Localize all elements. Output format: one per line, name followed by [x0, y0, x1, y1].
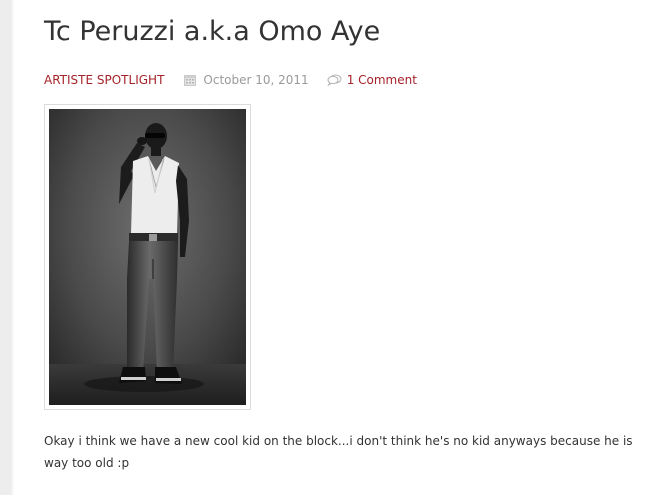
post-title[interactable]: Tc Peruzzi a.k.a Omo Aye [44, 16, 380, 47]
post-body-text: Okay i think we have a new cool kid on t… [44, 434, 633, 470]
comment-bubble-icon [327, 74, 342, 86]
comments-link[interactable]: 1 Comment [347, 73, 417, 87]
left-sidebar-edge [0, 0, 12, 495]
comments-meta: 1 Comment [327, 73, 417, 87]
post-meta: ARTISTE SPOTLIGHT October 10, 2011 1 Com… [44, 72, 417, 88]
post-date-text: October 10, 2011 [203, 73, 309, 87]
artist-photo-image [49, 109, 246, 405]
post-date: October 10, 2011 [184, 73, 309, 87]
calendar-icon [184, 75, 197, 86]
left-sidebar-shadow [12, 0, 15, 495]
category-link[interactable]: ARTISTE SPOTLIGHT [44, 73, 164, 87]
photo-frame[interactable] [44, 104, 251, 410]
